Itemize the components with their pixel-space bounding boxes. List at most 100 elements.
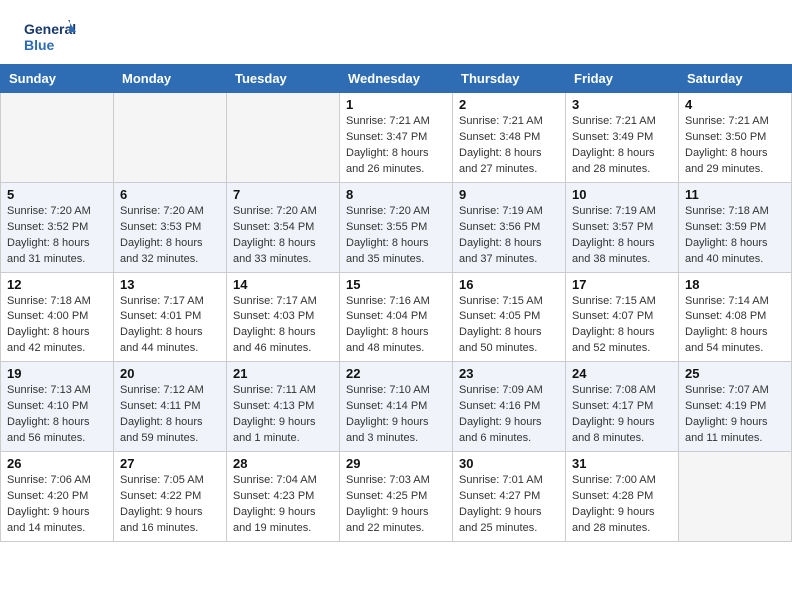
- day-number: 5: [7, 187, 107, 202]
- day-number: 4: [685, 97, 785, 112]
- calendar-cell: 11Sunrise: 7:18 AM Sunset: 3:59 PM Dayli…: [679, 182, 792, 272]
- day-info: Sunrise: 7:21 AM Sunset: 3:48 PM Dayligh…: [459, 114, 559, 178]
- day-number: 22: [346, 366, 446, 381]
- calendar-table: SundayMondayTuesdayWednesdayThursdayFrid…: [0, 64, 792, 542]
- day-number: 8: [346, 187, 446, 202]
- day-info: Sunrise: 7:01 AM Sunset: 4:27 PM Dayligh…: [459, 473, 559, 537]
- day-info: Sunrise: 7:04 AM Sunset: 4:23 PM Dayligh…: [233, 473, 333, 537]
- calendar-cell: 7 Sunrise: 7:20 AM Sunset: 3:54 PM Daylig…: [227, 182, 340, 272]
- weekday-header-row: SundayMondayTuesdayWednesdayThursdayFrid…: [1, 65, 792, 93]
- calendar-week-row: 12 Sunrise: 7:18 AM Sunset: 4:00 PM Dayli…: [1, 272, 792, 362]
- day-info: Sunrise: 7:12 AM Sunset: 4:11 PM Dayligh…: [120, 383, 220, 447]
- calendar-cell: 25 Sunrise: 7:07 AM Sunset: 4:19 PM Dayli…: [679, 362, 792, 452]
- day-number: 2: [459, 97, 559, 112]
- calendar-cell: 20Sunrise: 7:12 AM Sunset: 4:11 PM Dayli…: [114, 362, 227, 452]
- calendar-cell: 8Sunrise: 7:20 AM Sunset: 3:55 PM Daylig…: [340, 182, 453, 272]
- calendar-week-row: 1Sunrise: 7:21 AM Sunset: 3:47 PM Daylig…: [1, 93, 792, 183]
- day-info: Sunrise: 7:00 AM Sunset: 4:28 PM Dayligh…: [572, 473, 672, 537]
- day-number: 13: [120, 277, 220, 292]
- day-number: 31: [572, 456, 672, 471]
- calendar-cell: 4 Sunrise: 7:21 AM Sunset: 3:50 PM Daylig…: [679, 93, 792, 183]
- day-number: 27: [120, 456, 220, 471]
- weekday-header: Sunday: [1, 65, 114, 93]
- day-number: 7: [233, 187, 333, 202]
- calendar-cell: 14 Sunrise: 7:17 AM Sunset: 4:03 PM Dayli…: [227, 272, 340, 362]
- calendar-cell: 31 Sunrise: 7:00 AM Sunset: 4:28 PM Dayli…: [566, 452, 679, 542]
- weekday-header: Thursday: [453, 65, 566, 93]
- day-info: Sunrise: 7:11 AM Sunset: 4:13 PM Dayligh…: [233, 383, 333, 447]
- day-number: 11: [685, 187, 785, 202]
- calendar-cell: 27 Sunrise: 7:05 AM Sunset: 4:22 PM Dayli…: [114, 452, 227, 542]
- day-info: Sunrise: 7:21 AM Sunset: 3:50 PM Dayligh…: [685, 114, 785, 178]
- day-info: Sunrise: 7:17 AM Sunset: 4:01 PM Dayligh…: [120, 294, 220, 358]
- svg-text:Blue: Blue: [24, 37, 55, 53]
- day-info: Sunrise: 7:16 AM Sunset: 4:04 PM Dayligh…: [346, 294, 446, 358]
- calendar-cell: [1, 93, 114, 183]
- day-info: Sunrise: 7:14 AM Sunset: 4:08 PM Dayligh…: [685, 294, 785, 358]
- calendar-cell: 30 Sunrise: 7:01 AM Sunset: 4:27 PM Dayli…: [453, 452, 566, 542]
- calendar-cell: 5 Sunrise: 7:20 AM Sunset: 3:52 PM Daylig…: [1, 182, 114, 272]
- day-info: Sunrise: 7:08 AM Sunset: 4:17 PM Dayligh…: [572, 383, 672, 447]
- day-info: Sunrise: 7:19 AM Sunset: 3:56 PM Dayligh…: [459, 204, 559, 268]
- day-info: Sunrise: 7:17 AM Sunset: 4:03 PM Dayligh…: [233, 294, 333, 358]
- weekday-header: Wednesday: [340, 65, 453, 93]
- day-info: Sunrise: 7:09 AM Sunset: 4:16 PM Dayligh…: [459, 383, 559, 447]
- day-info: Sunrise: 7:20 AM Sunset: 3:53 PM Dayligh…: [120, 204, 220, 268]
- day-number: 16: [459, 277, 559, 292]
- calendar-cell: 23 Sunrise: 7:09 AM Sunset: 4:16 PM Dayli…: [453, 362, 566, 452]
- day-info: Sunrise: 7:06 AM Sunset: 4:20 PM Dayligh…: [7, 473, 107, 537]
- calendar-cell: 1Sunrise: 7:21 AM Sunset: 3:47 PM Daylig…: [340, 93, 453, 183]
- day-info: Sunrise: 7:10 AM Sunset: 4:14 PM Dayligh…: [346, 383, 446, 447]
- calendar-cell: 13 Sunrise: 7:17 AM Sunset: 4:01 PM Dayli…: [114, 272, 227, 362]
- day-number: 6: [120, 187, 220, 202]
- day-info: Sunrise: 7:05 AM Sunset: 4:22 PM Dayligh…: [120, 473, 220, 537]
- calendar-cell: 17 Sunrise: 7:15 AM Sunset: 4:07 PM Dayli…: [566, 272, 679, 362]
- calendar-cell: [227, 93, 340, 183]
- weekday-header: Friday: [566, 65, 679, 93]
- calendar-cell: 22 Sunrise: 7:10 AM Sunset: 4:14 PM Dayli…: [340, 362, 453, 452]
- weekday-header: Tuesday: [227, 65, 340, 93]
- day-number: 30: [459, 456, 559, 471]
- day-number: 12: [7, 277, 107, 292]
- calendar-cell: 24 Sunrise: 7:08 AM Sunset: 4:17 PM Dayli…: [566, 362, 679, 452]
- day-info: Sunrise: 7:03 AM Sunset: 4:25 PM Dayligh…: [346, 473, 446, 537]
- calendar-week-row: 26 Sunrise: 7:06 AM Sunset: 4:20 PM Dayli…: [1, 452, 792, 542]
- day-number: 23: [459, 366, 559, 381]
- calendar-week-row: 5 Sunrise: 7:20 AM Sunset: 3:52 PM Daylig…: [1, 182, 792, 272]
- day-number: 9: [459, 187, 559, 202]
- day-info: Sunrise: 7:19 AM Sunset: 3:57 PM Dayligh…: [572, 204, 672, 268]
- page-header: General Blue: [0, 0, 792, 64]
- day-info: Sunrise: 7:21 AM Sunset: 3:47 PM Dayligh…: [346, 114, 446, 178]
- day-number: 14: [233, 277, 333, 292]
- weekday-header: Monday: [114, 65, 227, 93]
- day-info: Sunrise: 7:18 AM Sunset: 4:00 PM Dayligh…: [7, 294, 107, 358]
- weekday-header: Saturday: [679, 65, 792, 93]
- calendar-cell: 16Sunrise: 7:15 AM Sunset: 4:05 PM Dayli…: [453, 272, 566, 362]
- day-number: 25: [685, 366, 785, 381]
- calendar-cell: 12 Sunrise: 7:18 AM Sunset: 4:00 PM Dayli…: [1, 272, 114, 362]
- svg-text:General: General: [24, 21, 76, 37]
- day-number: 18: [685, 277, 785, 292]
- calendar-cell: 2 Sunrise: 7:21 AM Sunset: 3:48 PM Daylig…: [453, 93, 566, 183]
- day-number: 19: [7, 366, 107, 381]
- calendar-cell: 6 Sunrise: 7:20 AM Sunset: 3:53 PM Daylig…: [114, 182, 227, 272]
- day-number: 10: [572, 187, 672, 202]
- day-number: 29: [346, 456, 446, 471]
- day-number: 21: [233, 366, 333, 381]
- day-number: 3: [572, 97, 672, 112]
- calendar-cell: 21 Sunrise: 7:11 AM Sunset: 4:13 PM Dayli…: [227, 362, 340, 452]
- day-info: Sunrise: 7:20 AM Sunset: 3:54 PM Dayligh…: [233, 204, 333, 268]
- calendar-cell: 26 Sunrise: 7:06 AM Sunset: 4:20 PM Dayli…: [1, 452, 114, 542]
- calendar-cell: 28 Sunrise: 7:04 AM Sunset: 4:23 PM Dayli…: [227, 452, 340, 542]
- day-info: Sunrise: 7:15 AM Sunset: 4:07 PM Dayligh…: [572, 294, 672, 358]
- calendar-cell: [114, 93, 227, 183]
- day-number: 28: [233, 456, 333, 471]
- day-number: 17: [572, 277, 672, 292]
- day-number: 26: [7, 456, 107, 471]
- calendar-cell: 9 Sunrise: 7:19 AM Sunset: 3:56 PM Daylig…: [453, 182, 566, 272]
- calendar-cell: 19Sunrise: 7:13 AM Sunset: 4:10 PM Dayli…: [1, 362, 114, 452]
- calendar-cell: 3Sunrise: 7:21 AM Sunset: 3:49 PM Daylig…: [566, 93, 679, 183]
- day-info: Sunrise: 7:20 AM Sunset: 3:52 PM Dayligh…: [7, 204, 107, 268]
- day-number: 24: [572, 366, 672, 381]
- day-info: Sunrise: 7:07 AM Sunset: 4:19 PM Dayligh…: [685, 383, 785, 447]
